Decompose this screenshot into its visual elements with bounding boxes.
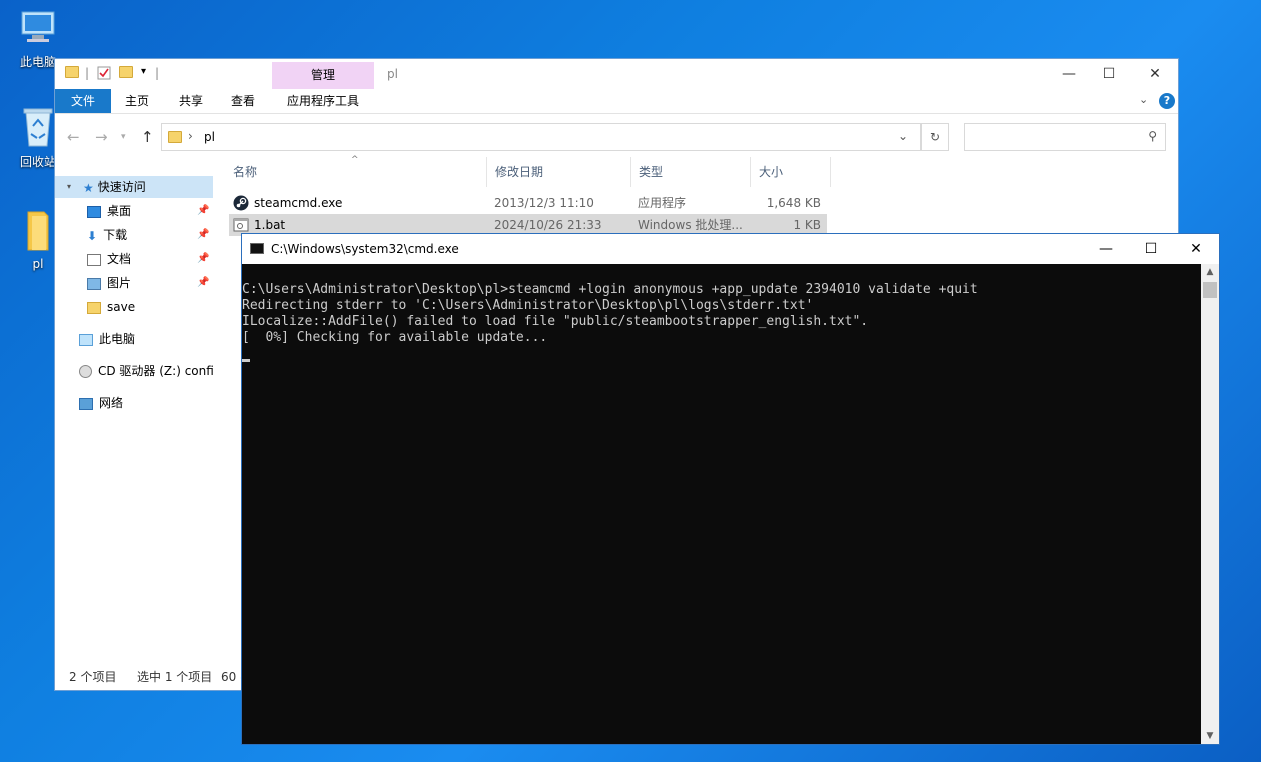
- computer-icon: [79, 333, 93, 346]
- sidebar-item-label: 桌面: [107, 204, 132, 218]
- folder-icon: [27, 211, 49, 251]
- cmd-title-bar: C:\Windows\system32\cmd.exe — ☐ ✕: [242, 234, 1219, 264]
- context-tab-manage[interactable]: 管理: [272, 62, 374, 89]
- cmd-window: C:\Windows\system32\cmd.exe — ☐ ✕ C:\Use…: [241, 233, 1220, 745]
- sidebar-item-desktop[interactable]: 桌面 📌: [55, 200, 213, 222]
- properties-icon[interactable]: [97, 66, 111, 82]
- sidebar-item-label: 网络: [99, 396, 124, 410]
- refresh-icon: ↻: [929, 130, 941, 144]
- column-header-type[interactable]: 类型: [631, 157, 751, 187]
- refresh-button[interactable]: ↻: [921, 123, 949, 151]
- sidebar-item-this-pc[interactable]: 此电脑: [55, 328, 213, 350]
- up-arrow-icon[interactable]: ↑: [141, 128, 154, 146]
- pin-icon: 📌: [197, 205, 210, 216]
- separator: |: [155, 66, 160, 80]
- column-header-name[interactable]: 名称: [225, 157, 487, 187]
- desktop-icon: [87, 205, 101, 218]
- close-button[interactable]: ✕: [1173, 234, 1219, 264]
- recent-locations-icon[interactable]: ▾: [121, 132, 126, 142]
- chevron-down-icon: ▾: [67, 182, 72, 191]
- sidebar-item-documents[interactable]: 文档 📌: [55, 248, 213, 270]
- picture-icon: [87, 277, 101, 290]
- vertical-scrollbar[interactable]: ▲ ▼: [1201, 264, 1219, 744]
- cmd-window-title: C:\Windows\system32\cmd.exe: [271, 242, 459, 256]
- help-icon[interactable]: ?: [1159, 93, 1175, 109]
- explorer-title-bar: | ▾ | 管理 pl — ☐ ✕: [55, 59, 1178, 89]
- sidebar-item-downloads[interactable]: ⬇ 下载 📌: [55, 224, 213, 246]
- back-arrow-icon[interactable]: ←: [67, 128, 80, 146]
- ribbon-expand-icon[interactable]: ⌄: [1139, 93, 1148, 106]
- breadcrumb-chevron-icon[interactable]: ›: [188, 129, 193, 143]
- address-dropdown-icon[interactable]: ⌄: [898, 129, 908, 143]
- console-line: C:\Users\Administrator\Desktop\pl>steamc…: [242, 282, 978, 297]
- ribbon-tabs: 文件 主页 共享 查看 应用程序工具 ⌄ ?: [55, 89, 1178, 114]
- sidebar-item-label: 下载: [103, 228, 128, 242]
- sidebar-item-label: 文档: [107, 252, 132, 266]
- file-size: 1,648 KB: [766, 196, 821, 210]
- console-line: [ 0%] Checking for available update...: [242, 330, 548, 345]
- console-line: Redirecting stderr to 'C:\Users\Administ…: [242, 298, 814, 313]
- cd-drive-icon: [79, 365, 92, 378]
- sidebar-item-save[interactable]: save: [55, 296, 213, 318]
- star-icon: ★: [83, 180, 94, 195]
- tab-file[interactable]: 文件: [55, 89, 111, 113]
- sidebar-item-label: 图片: [107, 276, 132, 290]
- scrollbar-thumb[interactable]: [1203, 282, 1217, 298]
- separator: |: [85, 66, 90, 80]
- pin-icon: 📌: [197, 277, 210, 288]
- address-bar[interactable]: › pl ⌄: [161, 123, 921, 151]
- maximize-button[interactable]: ☐: [1128, 234, 1174, 264]
- file-type: 应用程序: [638, 196, 687, 210]
- scroll-up-icon[interactable]: ▲: [1201, 267, 1219, 277]
- selected-count: 选中 1 个项目: [137, 670, 213, 684]
- tab-home[interactable]: 主页: [117, 89, 157, 113]
- new-folder-icon[interactable]: [119, 66, 133, 82]
- tab-share[interactable]: 共享: [171, 89, 211, 113]
- breadcrumb-item[interactable]: pl: [204, 130, 215, 144]
- quick-access-dropdown-icon[interactable]: ▾: [141, 66, 146, 82]
- forward-arrow-icon[interactable]: →: [95, 128, 108, 146]
- download-icon: ⬇: [87, 228, 98, 243]
- search-input[interactable]: ⚲: [964, 123, 1166, 151]
- close-button[interactable]: ✕: [1132, 59, 1178, 89]
- tab-view[interactable]: 查看: [223, 89, 263, 113]
- folder-icon: [168, 131, 182, 146]
- pin-icon: 📌: [197, 253, 210, 264]
- window-title: pl: [387, 67, 398, 81]
- file-name: steamcmd.exe: [254, 196, 343, 210]
- sidebar-item-label: 此电脑: [99, 332, 136, 346]
- address-bar-row: ← → ▾ ↑ › pl ⌄ ↻ ⚲: [55, 121, 1178, 153]
- file-date: 2013/12/3 11:10: [494, 196, 594, 210]
- sidebar-item-quick-access[interactable]: ▾ ★ 快速访问: [55, 176, 213, 198]
- scroll-down-icon[interactable]: ▼: [1201, 731, 1219, 741]
- cmd-icon: [250, 243, 264, 254]
- table-row[interactable]: steamcmd.exe 2013/12/3 11:10 应用程序 1,648 …: [229, 192, 827, 214]
- maximize-button[interactable]: ☐: [1086, 59, 1132, 89]
- tab-application-tools[interactable]: 应用程序工具: [273, 89, 373, 113]
- document-icon: [87, 253, 101, 266]
- column-header-size[interactable]: 大小: [751, 157, 831, 187]
- text-cursor: [242, 359, 250, 362]
- sidebar-item-pictures[interactable]: 图片 📌: [55, 272, 213, 294]
- navigation-pane: ▾ ★ 快速访问 桌面 📌 ⬇ 下载 📌 文档 📌 图片 📌 save 此电脑 CD…: [55, 169, 213, 664]
- console-line: ILocalize::AddFile() failed to load file…: [242, 314, 869, 329]
- console-output[interactable]: C:\Users\Administrator\Desktop\pl>steamc…: [242, 264, 1202, 744]
- minimize-button[interactable]: —: [1083, 234, 1129, 264]
- sidebar-item-label: CD 驱动器 (Z:) confi: [98, 364, 213, 378]
- search-icon: ⚲: [1148, 129, 1157, 143]
- folder-icon: [65, 66, 79, 82]
- recycle-bin-icon: [23, 108, 53, 147]
- folder-icon: [87, 301, 101, 314]
- console-cursor-line: [242, 346, 1202, 362]
- sidebar-item-label: 快速访问: [97, 180, 146, 194]
- item-count: 2 个项目: [69, 670, 117, 684]
- sidebar-item-cd-drive[interactable]: CD 驱动器 (Z:) confi: [55, 360, 213, 382]
- column-header-date[interactable]: 修改日期: [487, 157, 631, 187]
- network-icon: [79, 397, 93, 410]
- sidebar-item-label: save: [107, 300, 136, 314]
- sidebar-item-network[interactable]: 网络: [55, 392, 213, 414]
- pin-icon: 📌: [197, 229, 210, 240]
- computer-icon: [21, 11, 55, 42]
